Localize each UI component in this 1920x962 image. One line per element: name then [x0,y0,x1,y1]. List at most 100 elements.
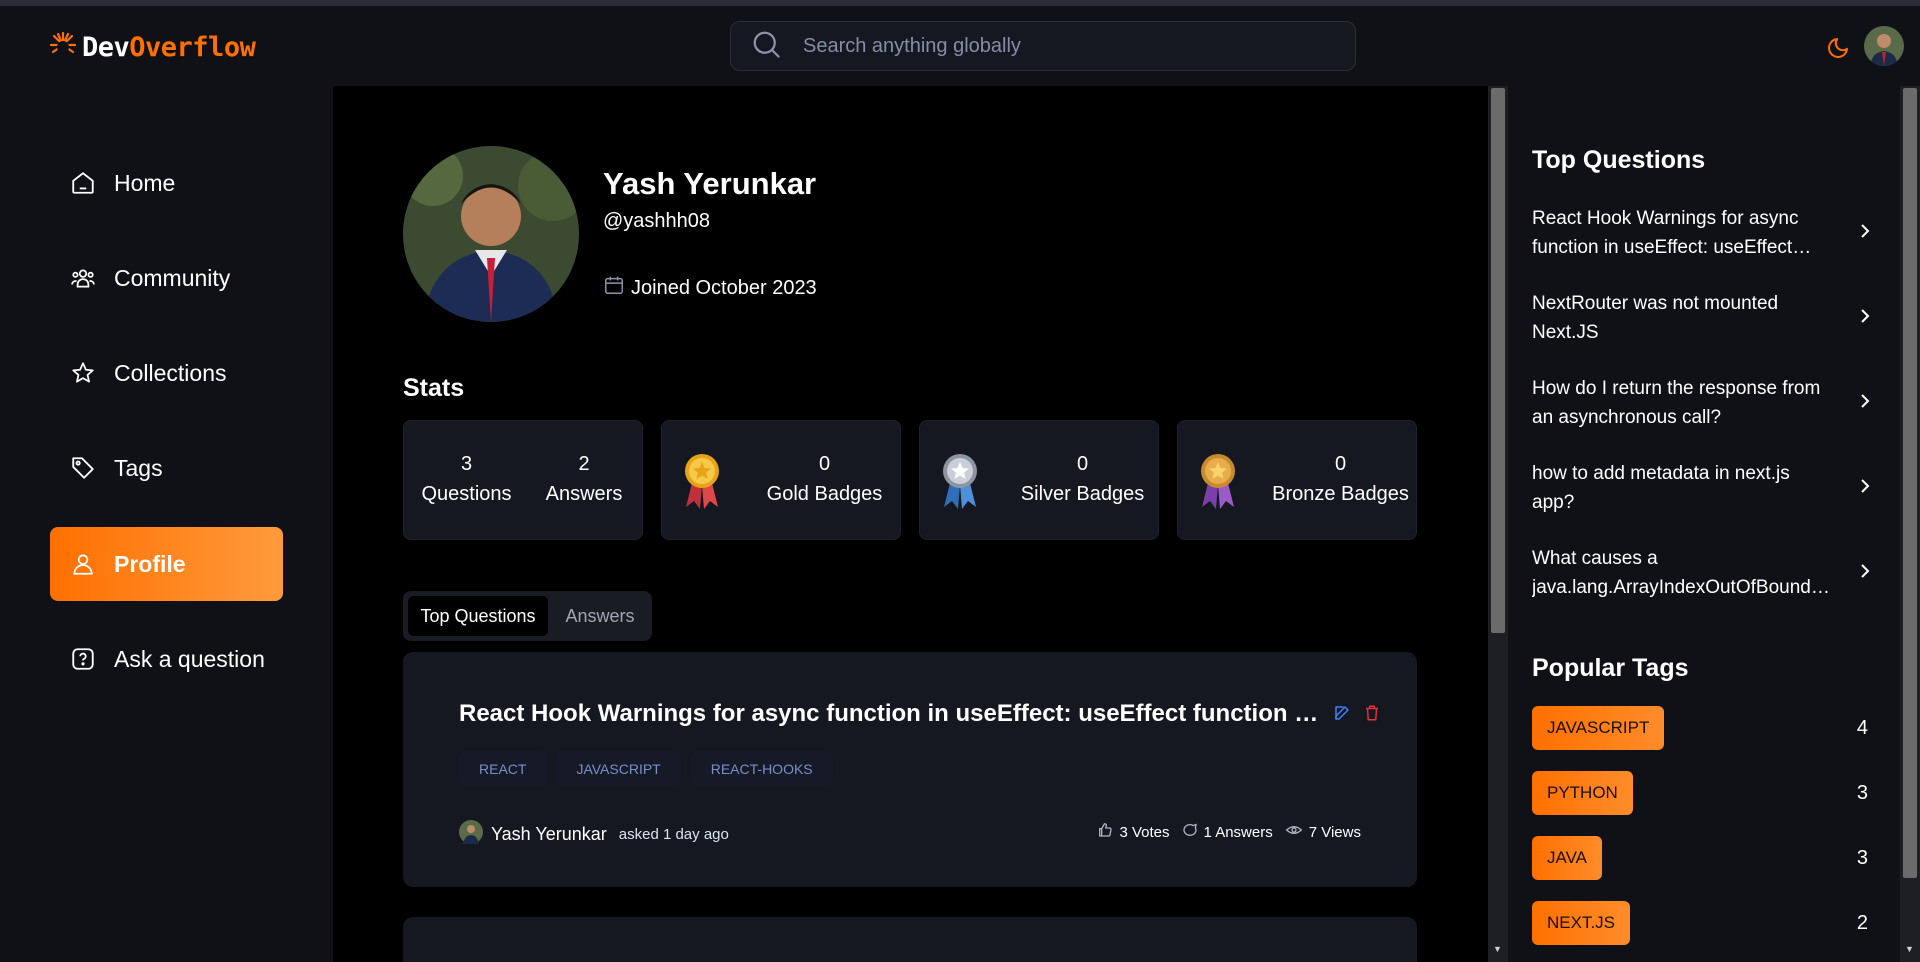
top-questions-title: Top Questions [1532,146,1706,174]
sidebar-item-label: Ask a question [114,645,265,672]
top-question-item[interactable]: React Hook Warnings for async function i… [1532,204,1872,262]
profile-joined: Joined October 2023 [603,274,817,302]
popular-tag-count: 3 [1856,781,1868,804]
tab-answers[interactable]: Answers [553,596,647,636]
question-card[interactable] [403,917,1417,962]
eye-icon [1285,822,1303,842]
silver-stat: 0 Silver Badges [1010,449,1155,509]
search-input[interactable] [803,34,1283,58]
logo-text-dev: Dev [82,32,130,63]
stats-title: Stats [403,374,465,402]
popular-tag-item[interactable]: java 3 [1532,836,1872,880]
popular-tags-title: Popular Tags [1532,654,1689,682]
navbar: DevOverflow [0,6,1920,86]
trash-icon[interactable] [1363,704,1381,727]
silver-label: Silver Badges [1020,483,1145,505]
question-card[interactable]: React Hook Warnings for async function i… [403,652,1417,887]
thumbs-up-icon [1097,822,1113,842]
profile-tabs: Top Questions Answers [403,591,652,641]
chevron-right-icon [1858,477,1872,500]
star-icon [70,360,96,386]
bronze-count: 0 [1334,453,1347,475]
home-icon [70,170,96,196]
scrollbar-thumb[interactable] [1491,88,1505,633]
joined-text: Joined October 2023 [631,276,817,299]
main-content: Yash Yerunkar @yashhh08 Joined October 2… [333,86,1488,962]
tag-chip[interactable]: react-hooks [690,751,833,787]
gold-stat: 0 Gold Badges [752,449,897,509]
users-icon [70,265,96,291]
popular-tag-count: 3 [1856,846,1868,869]
answers-stat-item: 1 Answers [1182,822,1273,842]
top-question-item[interactable]: how to add metadata in next.js app? [1532,459,1872,517]
tag-chip[interactable]: react [459,751,547,787]
tag-chip[interactable]: javascript [556,751,681,787]
question-tags: react javascript react-hooks [459,751,833,787]
stat-card-silver: 0 Silver Badges [919,420,1159,540]
top-question-text: What causes a java.lang.ArrayIndexOutOfB… [1532,548,1832,598]
views-stat: 7 Views [1285,822,1361,842]
chevron-right-icon [1858,307,1872,330]
chevron-right-icon [1858,562,1872,585]
popular-tag-chip[interactable]: javascript [1532,706,1665,750]
popular-tag-chip[interactable]: next.js [1532,901,1631,945]
profile-name: Yash Yerunkar [603,166,817,201]
answers-text: 1 Answers [1203,823,1273,841]
scroll-down-icon[interactable]: ▼ [1493,944,1502,954]
logo-text-overflow: Overflow [129,32,256,63]
sidebar-item-collections[interactable]: Collections [50,336,283,410]
votes-stat: 3 Votes [1097,822,1170,842]
top-question-item[interactable]: How do I return the response from an asy… [1532,374,1872,432]
calendar-icon [603,274,625,302]
tag-icon [70,455,96,481]
scrollbar-thumb[interactable] [1903,88,1917,878]
message-icon [1182,822,1198,842]
sidebar-item-home[interactable]: Home [50,146,283,220]
popular-tag-chip[interactable]: java [1532,836,1602,880]
stat-card-bronze: 0 Bronze Badges [1177,420,1417,540]
questions-count: 3 [460,453,473,475]
right-scrollbar[interactable]: ▼ [1900,86,1920,962]
global-search[interactable] [730,21,1356,71]
answers-label: Answers [545,483,623,505]
sidebar-item-label: Profile [114,550,186,577]
silver-count: 0 [1076,453,1089,475]
tab-top-questions[interactable]: Top Questions [408,596,548,636]
popular-tag-count: 4 [1856,716,1868,739]
gold-count: 0 [818,453,831,475]
edit-icon[interactable] [1333,704,1351,727]
sidebar-item-ask-question[interactable]: Ask a question [50,622,283,696]
top-question-item[interactable]: What causes a java.lang.ArrayIndexOutOfB… [1532,544,1872,602]
chevron-right-icon [1858,222,1872,245]
profile-username: @yashhh08 [603,210,711,232]
popular-tag-chip[interactable]: python [1532,771,1633,815]
popular-tag-item[interactable]: python 3 [1532,771,1872,815]
sidebar-item-community[interactable]: Community [50,241,283,315]
right-sidebar: Top Questions React Hook Warnings for as… [1508,86,1900,962]
votes-text: 3 Votes [1119,823,1170,841]
views-text: 7 Views [1308,823,1361,841]
question-author: Yash Yerunkar asked 1 day ago [459,820,729,849]
questions-label: Questions [421,483,512,505]
popular-tag-item[interactable]: next.js 2 [1532,901,1872,945]
search-icon [731,29,781,64]
author-avatar[interactable] [459,820,483,849]
stat-card-qa: 3 Questions 2 Answers [403,420,643,540]
question-icon [70,646,96,672]
sidebar-item-tags[interactable]: Tags [50,431,283,505]
question-title[interactable]: React Hook Warnings for async function i… [459,700,1329,728]
logo[interactable]: DevOverflow [48,30,256,65]
popular-tag-item[interactable]: javascript 4 [1532,706,1872,750]
moon-icon[interactable] [1826,36,1850,60]
top-question-text: React Hook Warnings for async function i… [1532,208,1799,258]
author-name[interactable]: Yash Yerunkar [491,824,607,845]
sidebar-item-profile[interactable]: Profile [50,527,283,601]
top-question-text: How do I return the response from an asy… [1532,378,1821,428]
popular-tag-count: 2 [1856,911,1868,934]
scroll-down-icon[interactable]: ▼ [1905,944,1914,954]
answers-count: 2 [578,453,590,475]
main-scrollbar[interactable]: ▼ [1488,86,1508,962]
bronze-medal-icon [1196,451,1240,516]
user-avatar[interactable] [1864,26,1904,66]
top-question-item[interactable]: NextRouter was not mounted Next.JS [1532,289,1872,347]
